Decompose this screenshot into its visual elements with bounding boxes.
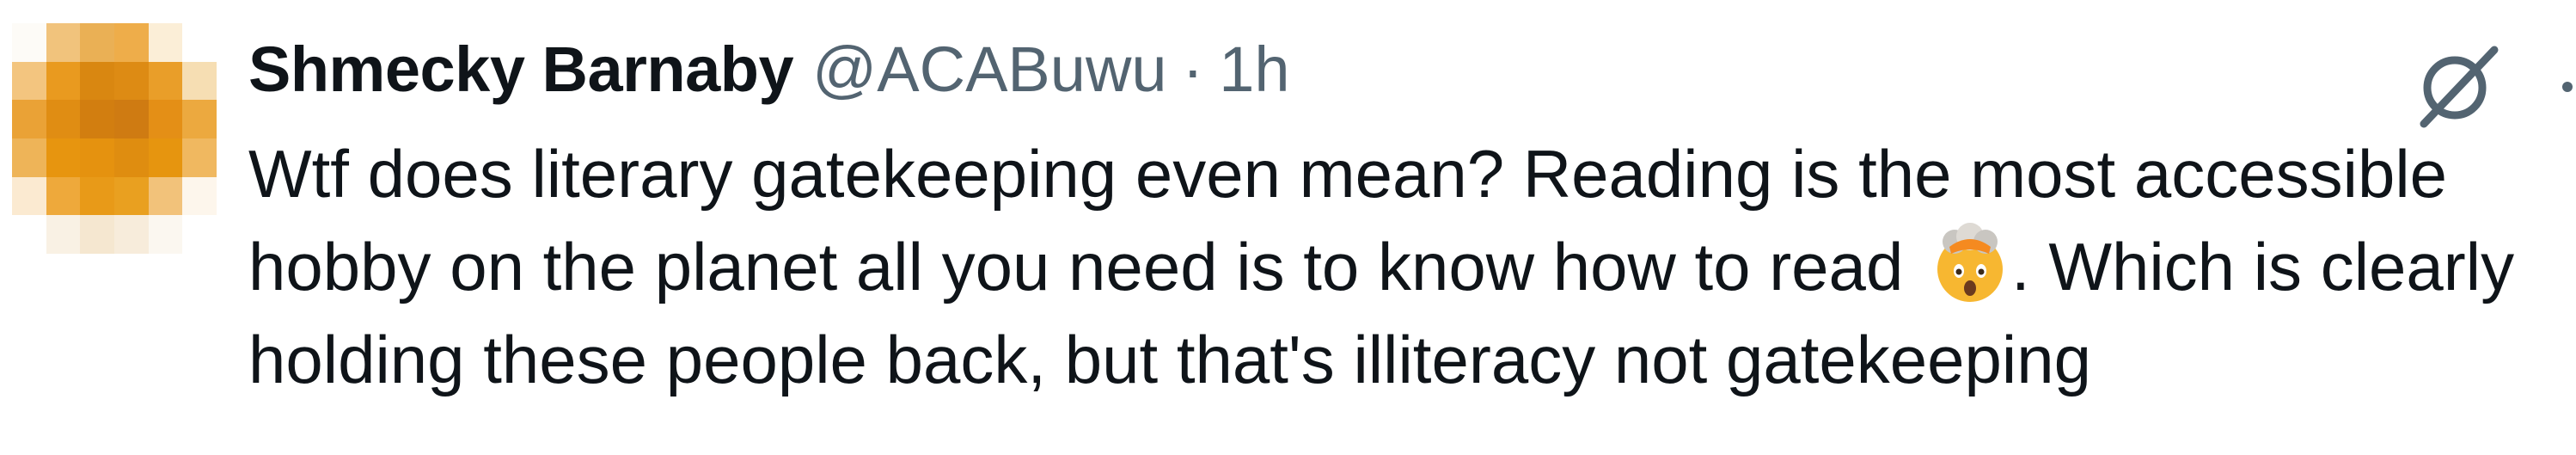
author-name[interactable]: Shmecky Barnaby <box>248 33 794 106</box>
author-handle[interactable]: @ACABuwu <box>812 33 1166 106</box>
tweet-header: Shmecky Barnaby @ACABuwu · 1h <box>248 33 2483 127</box>
more-options-icon[interactable] <box>2529 41 2576 136</box>
tweet-text: Wtf does literary gatekeeping even mean?… <box>248 127 2561 406</box>
grok-slash-icon[interactable] <box>2408 38 2506 136</box>
tweet-content: Shmecky Barnaby @ACABuwu · 1h Wtf does l… <box>248 33 2514 406</box>
exploding-head-emoji <box>1937 223 2003 302</box>
separator-dot: · <box>1182 34 1204 105</box>
timestamp[interactable]: 1h <box>1219 33 1289 106</box>
tweet-card[interactable]: Shmecky Barnaby @ACABuwu · 1h Wtf does l… <box>0 0 2576 455</box>
avatar[interactable] <box>12 23 217 254</box>
